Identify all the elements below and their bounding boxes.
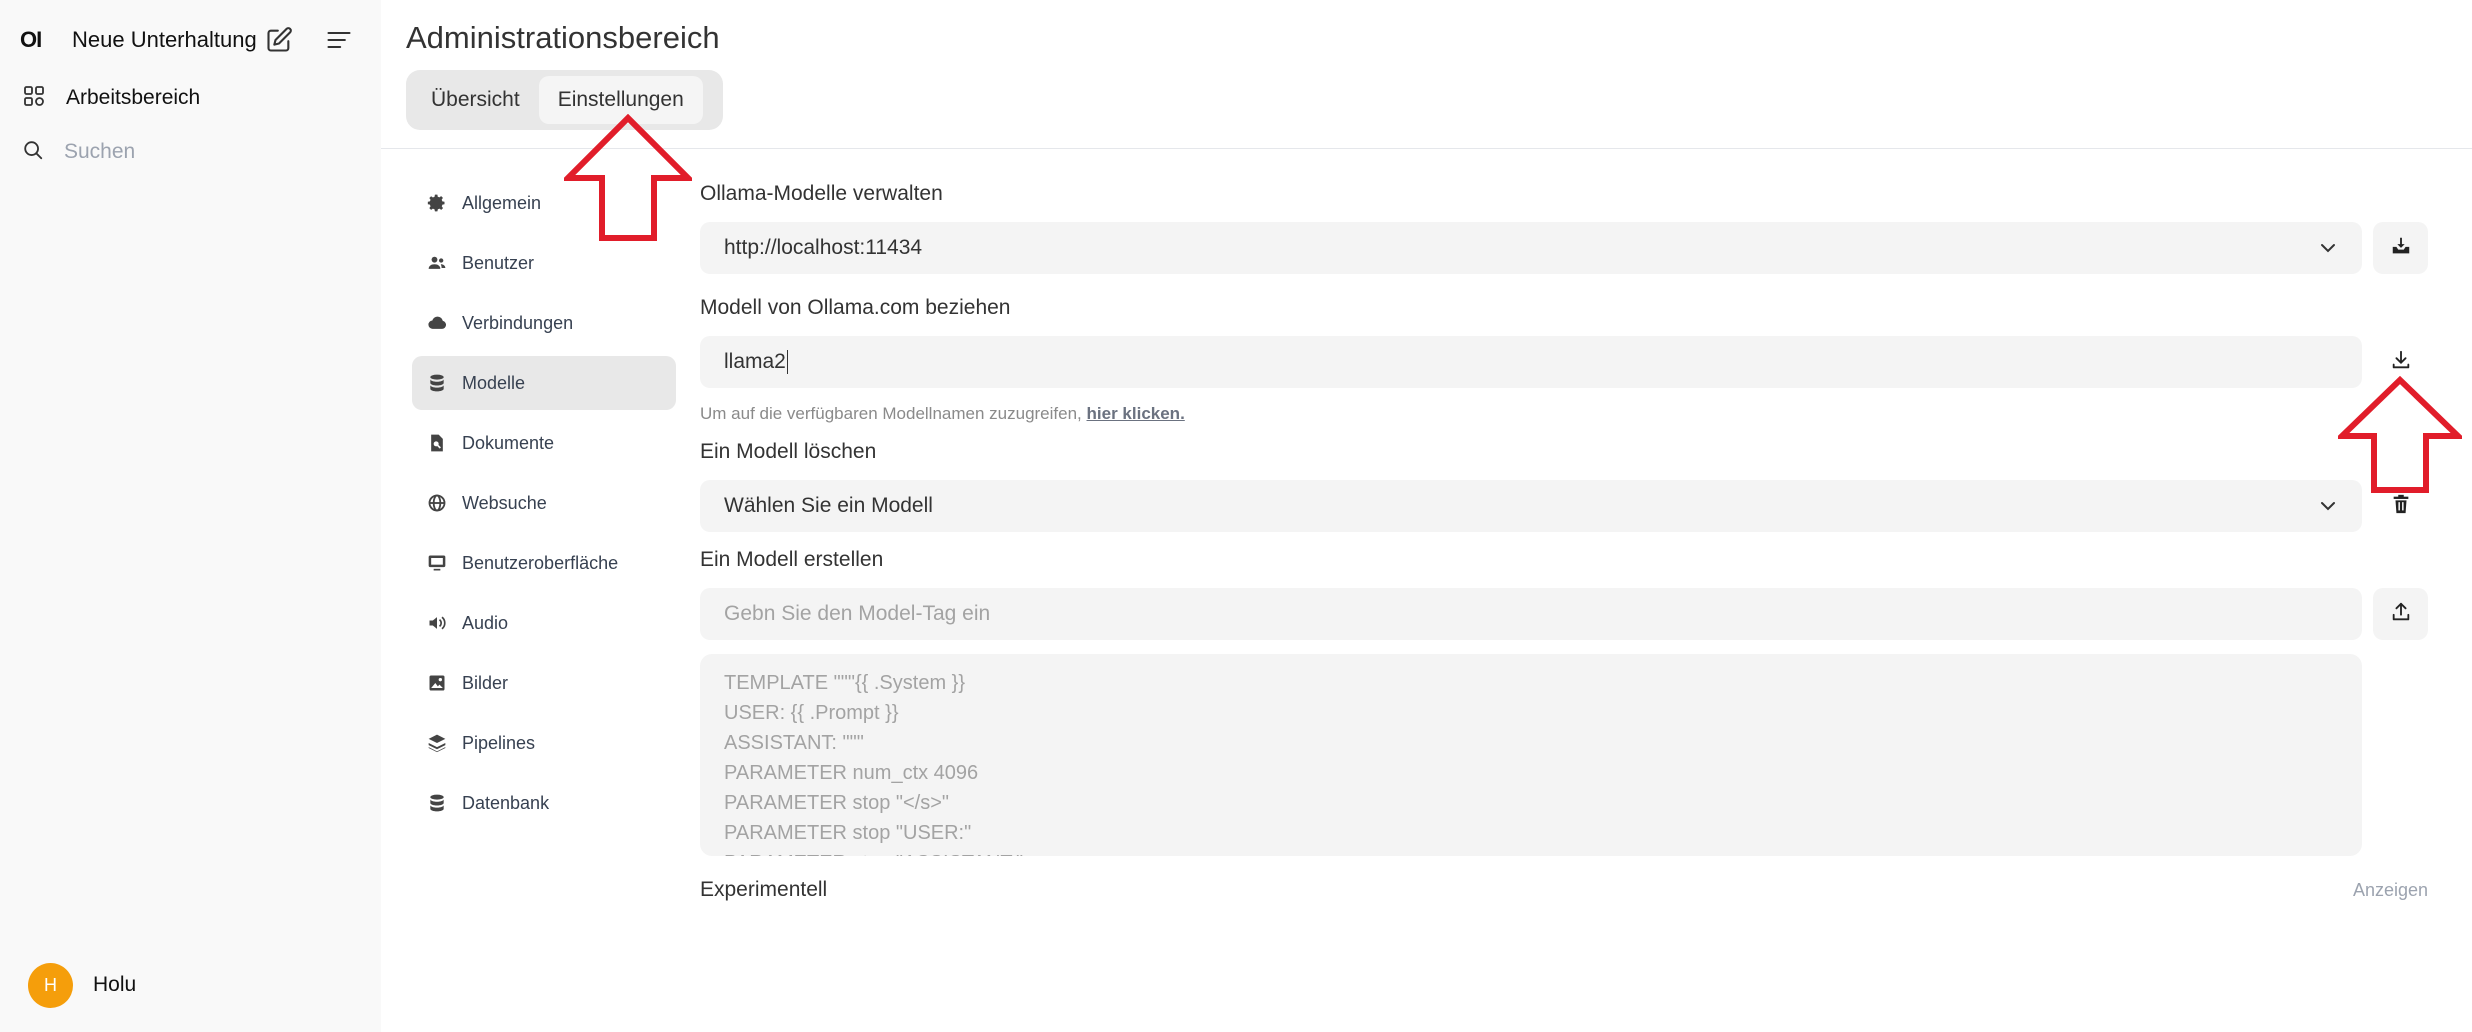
user-menu[interactable]: H Holu — [28, 962, 136, 1008]
modelfile-textarea[interactable]: TEMPLATE """{{ .System }} USER: {{ .Prom… — [700, 654, 2362, 856]
settings-nav-audio[interactable]: Audio — [412, 596, 676, 650]
upload-icon — [2390, 601, 2412, 628]
settings-nav-label: Datenbank — [462, 792, 550, 813]
delete-model-select[interactable]: Wählen Sie ein Modell — [700, 480, 2362, 532]
users-icon — [426, 252, 448, 274]
experimental-label: Experimentell — [700, 878, 828, 901]
show-experimental-button[interactable]: Anzeigen — [2353, 880, 2428, 901]
model-tag-placeholder: Gebn Sie den Model-Tag ein — [724, 602, 991, 625]
layers-icon — [426, 732, 448, 754]
update-models-button[interactable] — [2373, 222, 2428, 274]
app-logo[interactable]: OI — [20, 27, 54, 53]
annotation-arrow — [564, 114, 692, 241]
manage-ollama-label: Ollama-Modelle verwalten — [700, 182, 943, 205]
pull-model-input[interactable]: llama2 — [700, 336, 2362, 388]
sidebar-header: OI Neue Unterhaltung — [20, 18, 365, 62]
search-icon — [22, 139, 44, 166]
cloud-icon — [426, 312, 448, 334]
settings-nav-documents[interactable]: Dokumente — [412, 416, 676, 470]
pull-model-value: llama2 — [724, 350, 786, 373]
sidebar-item-label: Arbeitsbereich — [66, 86, 201, 109]
settings-nav-label: Websuche — [462, 492, 547, 513]
download-tray-icon — [2390, 235, 2412, 262]
settings-nav-label: Verbindungen — [462, 312, 574, 333]
user-name[interactable]: Holu — [93, 973, 136, 997]
sidebar: OI Neue Unterhaltung Arbeitsbereich Such… — [0, 0, 381, 1032]
chevron-down-icon — [2316, 494, 2340, 518]
document-search-icon — [426, 432, 448, 454]
divider — [381, 148, 2472, 149]
settings-nav-pipelines[interactable]: Pipelines — [412, 716, 676, 770]
model-tag-input[interactable]: Gebn Sie den Model-Tag ein — [700, 588, 2362, 640]
settings-nav-connections[interactable]: Verbindungen — [412, 296, 676, 350]
settings-nav-label: Modelle — [462, 372, 526, 393]
text-cursor — [786, 350, 788, 374]
new-chat-link[interactable]: Neue Unterhaltung — [72, 27, 257, 53]
settings-nav-images[interactable]: Bilder — [412, 656, 676, 710]
database-icon — [426, 372, 448, 394]
monitor-icon — [426, 552, 448, 574]
settings-nav-users[interactable]: Benutzer — [412, 236, 676, 290]
delete-model-label: Ein Modell löschen — [700, 440, 877, 463]
ollama-url-value: http://localhost:11434 — [724, 236, 923, 259]
settings-nav-label: Benutzeroberfläche — [462, 552, 619, 573]
image-icon — [426, 672, 448, 694]
delete-model-value: Wählen Sie ein Modell — [724, 494, 933, 517]
settings-nav-database[interactable]: Datenbank — [412, 776, 676, 830]
settings-nav-label: Dokumente — [462, 432, 555, 453]
ollama-url-select[interactable]: http://localhost:11434 — [700, 222, 2362, 274]
avatar[interactable]: H — [28, 962, 73, 1008]
page-title: Administrationsbereich — [406, 20, 720, 55]
tab-overview[interactable]: Übersicht — [412, 76, 539, 124]
database-icon — [426, 792, 448, 814]
settings-nav-label: Benutzer — [462, 252, 535, 273]
model-names-hint: Um auf die verfügbaren Modellnamen zuzug… — [700, 404, 1185, 424]
settings-nav-label: Pipelines — [462, 732, 536, 753]
edit-icon[interactable] — [265, 26, 293, 54]
chevron-down-icon — [2316, 236, 2340, 260]
menu-icon[interactable] — [325, 26, 353, 54]
gear-icon — [426, 192, 448, 214]
settings-nav-label: Bilder — [462, 672, 509, 693]
settings-nav-models[interactable]: Modelle — [412, 356, 676, 410]
speaker-icon — [426, 612, 448, 634]
settings-nav-label: Audio — [462, 612, 509, 633]
create-model-button[interactable] — [2373, 588, 2428, 640]
settings-nav-label: Allgemein — [462, 192, 542, 213]
annotation-arrow — [2338, 376, 2462, 493]
globe-icon — [426, 492, 448, 514]
create-model-label: Ein Modell erstellen — [700, 548, 884, 571]
settings-nav-interface[interactable]: Benutzeroberfläche — [412, 536, 676, 590]
hint-link[interactable]: hier klicken. — [1087, 404, 1185, 423]
pull-model-label: Modell von Ollama.com beziehen — [700, 296, 1011, 319]
hint-text: Um auf die verfügbaren Modellnamen zuzug… — [700, 404, 1082, 423]
sidebar-search[interactable]: Suchen — [22, 132, 135, 172]
sidebar-item-workspace[interactable]: Arbeitsbereich — [22, 78, 200, 118]
trash-icon — [2390, 493, 2412, 520]
settings-nav: Allgemein Benutzer Verbindungen Modelle … — [412, 176, 676, 836]
grid-icon — [22, 84, 46, 113]
settings-nav-websearch[interactable]: Websuche — [412, 476, 676, 530]
search-input[interactable]: Suchen — [64, 140, 135, 164]
download-icon — [2390, 349, 2412, 376]
